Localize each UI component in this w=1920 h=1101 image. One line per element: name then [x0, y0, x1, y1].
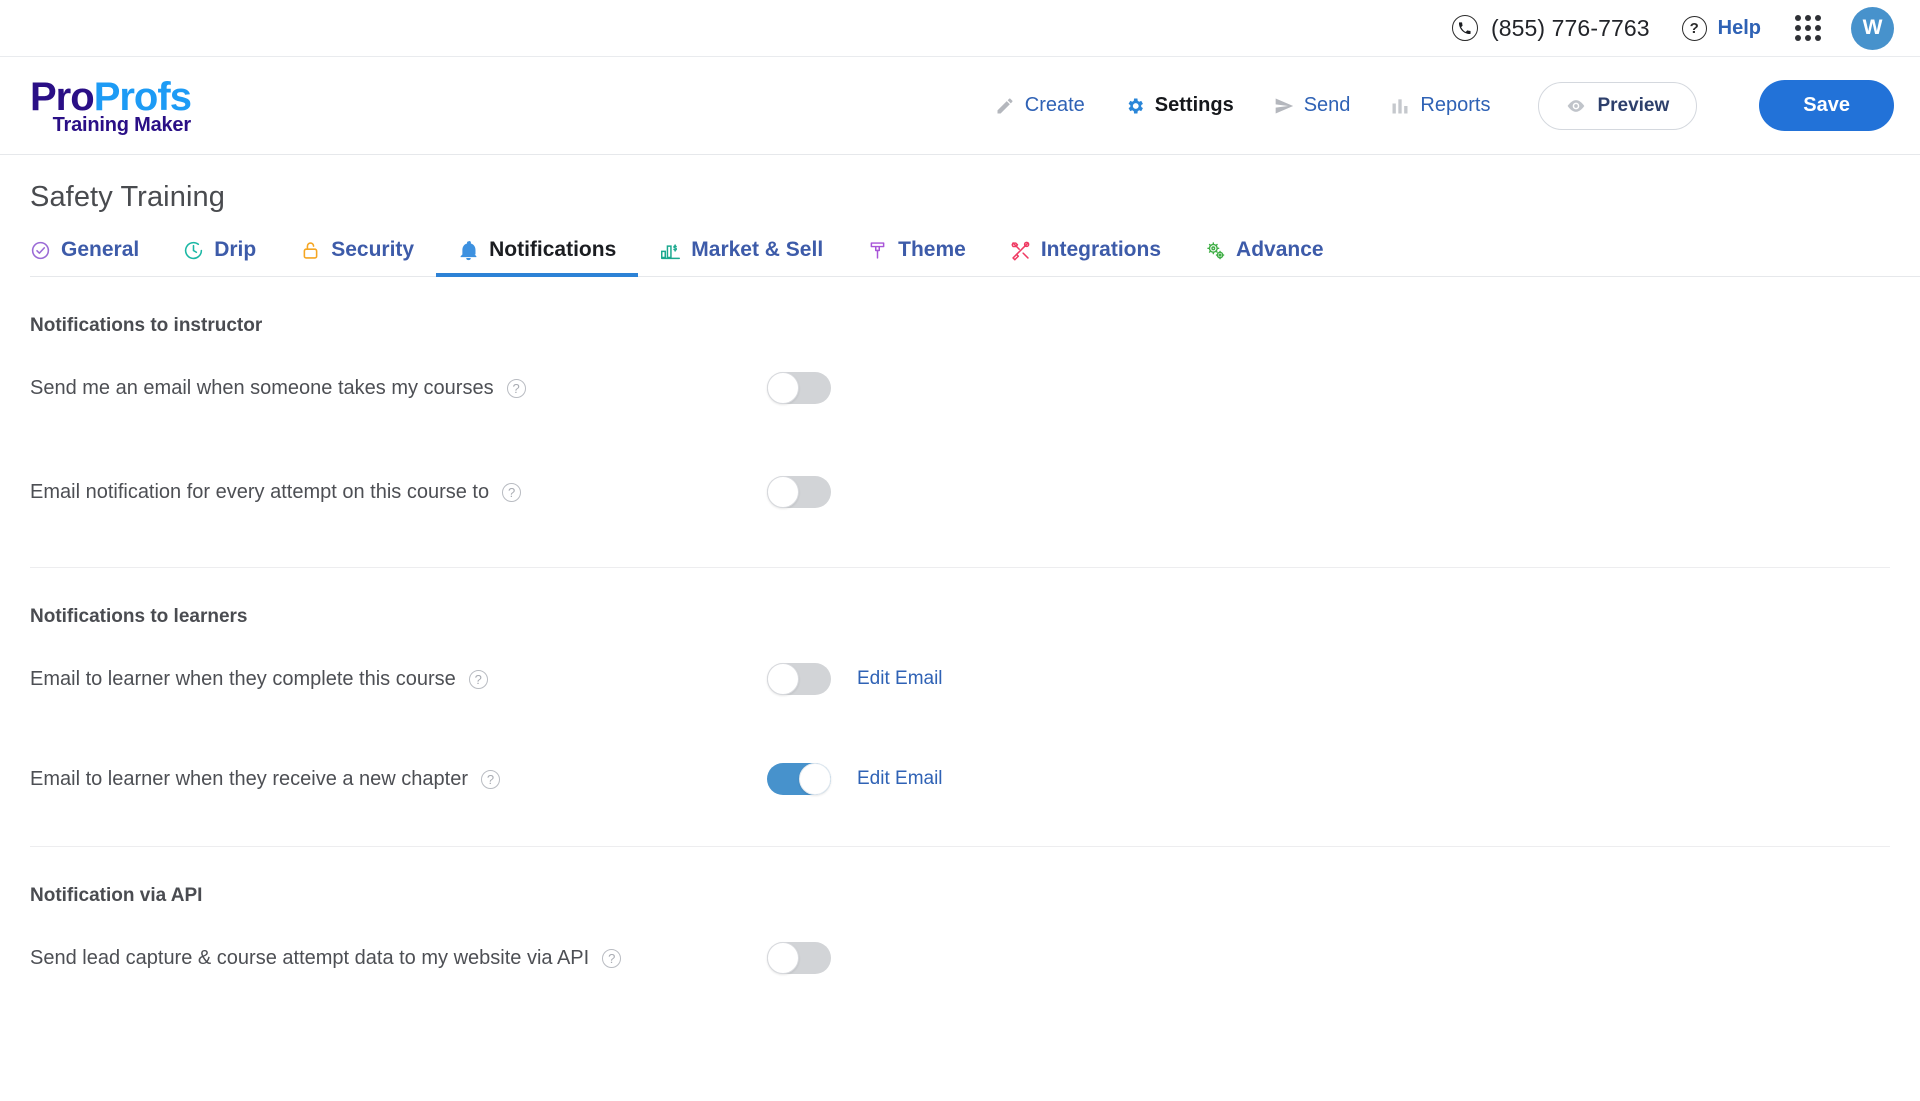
save-button[interactable]: Save: [1759, 80, 1894, 131]
product-logo[interactable]: ProProfs Training Maker: [30, 74, 192, 136]
tab-label-integrations: Integrations: [1040, 238, 1162, 261]
toggle-email-on-course-take[interactable]: [767, 372, 831, 404]
tab-market-sell[interactable]: Market & Sell: [638, 234, 845, 276]
tools-icon: [1010, 240, 1031, 261]
setting-label-text: Email to learner when they complete this…: [30, 667, 456, 690]
section-heading-learners: Notifications to learners: [30, 606, 248, 627]
setting-label-text: Send me an email when someone takes my c…: [30, 376, 494, 399]
tab-security[interactable]: Security: [278, 234, 436, 276]
utility-bar: (855) 776-7763 ? Help W: [0, 0, 1920, 57]
logo-profs-text: Profs: [93, 74, 192, 119]
paint-brush-icon: [867, 240, 888, 261]
nav-item-reports[interactable]: Reports: [1390, 94, 1490, 117]
logo-subtitle: Training Maker: [52, 113, 192, 136]
setting-label: Send lead capture & course attempt data …: [30, 947, 767, 970]
tab-label-notifications: Notifications: [489, 238, 617, 261]
setting-row-email-course-complete: Email to learner when they complete this…: [30, 650, 1890, 708]
support-phone[interactable]: (855) 776-7763: [1451, 14, 1650, 42]
check-circle-icon: [30, 240, 51, 261]
toggle-email-new-chapter[interactable]: [767, 763, 831, 795]
tab-label-advance: Advance: [1236, 238, 1324, 261]
question-icon[interactable]: ?: [481, 769, 501, 789]
toggle-api-lead-capture[interactable]: [767, 942, 831, 974]
toggle-email-course-complete[interactable]: [767, 663, 831, 695]
settings-tabs: General Drip Security Notifications Mark: [30, 234, 1920, 277]
question-icon[interactable]: ?: [506, 378, 526, 398]
preview-label: Preview: [1597, 94, 1670, 116]
tab-label-market-sell: Market & Sell: [691, 238, 824, 261]
lock-icon: [300, 240, 321, 261]
main-navigation: Create Settings Send Reports Preview Sav…: [995, 80, 1894, 131]
nav-label-create: Create: [1024, 94, 1085, 116]
phone-number: (855) 776-7763: [1490, 14, 1650, 41]
tab-integrations[interactable]: Integrations: [988, 234, 1183, 276]
nav-item-create[interactable]: Create: [995, 94, 1085, 117]
preview-button[interactable]: Preview: [1538, 81, 1698, 130]
chart-dollar-icon: [660, 240, 681, 261]
help-button[interactable]: ? Help: [1681, 15, 1761, 41]
setting-label: Email to learner when they receive a new…: [30, 768, 767, 791]
main-header: ProProfs Training Maker Create Settings …: [0, 57, 1920, 155]
nav-item-settings[interactable]: Settings: [1125, 94, 1234, 117]
tab-notifications[interactable]: Notifications: [436, 234, 639, 277]
setting-row-email-new-chapter: Email to learner when they receive a new…: [30, 750, 1890, 808]
setting-row-email-on-course-take: Send me an email when someone takes my c…: [30, 359, 1890, 417]
eye-icon: [1566, 96, 1586, 116]
section-heading-api: Notification via API: [30, 885, 203, 906]
nav-item-send[interactable]: Send: [1274, 94, 1351, 117]
send-icon: [1274, 96, 1294, 116]
question-icon[interactable]: ?: [468, 669, 488, 689]
tab-advance[interactable]: Advance: [1183, 234, 1346, 276]
setting-row-email-every-attempt: Email notification for every attempt on …: [30, 463, 1890, 521]
title-area: Safety Training General Drip Security No…: [0, 155, 1920, 277]
notifications-settings-content: Notifications to instructor Send me an e…: [0, 277, 1920, 987]
help-label: Help: [1717, 16, 1761, 39]
setting-label: Email notification for every attempt on …: [30, 481, 767, 504]
setting-label: Send me an email when someone takes my c…: [30, 377, 767, 400]
section-heading-instructor: Notifications to instructor: [30, 315, 263, 336]
nav-label-reports: Reports: [1420, 94, 1491, 116]
setting-row-api-lead-capture: Send lead capture & course attempt data …: [30, 929, 1890, 987]
gears-icon: [1205, 240, 1226, 261]
question-circle-icon: ?: [1681, 15, 1707, 41]
tab-label-security: Security: [331, 238, 415, 261]
setting-label: Email to learner when they complete this…: [30, 668, 767, 691]
setting-label-text: Email notification for every attempt on …: [30, 480, 490, 503]
page-title: Safety Training: [30, 181, 225, 213]
tab-general[interactable]: General: [30, 234, 161, 276]
bar-chart-icon: [1390, 96, 1410, 116]
apps-grid-icon[interactable]: [1795, 15, 1821, 41]
pencil-icon: [995, 96, 1015, 116]
tab-drip[interactable]: Drip: [161, 234, 278, 276]
avatar-initial: W: [1862, 16, 1883, 39]
question-icon[interactable]: ?: [502, 482, 522, 502]
setting-label-text: Send lead capture & course attempt data …: [30, 946, 590, 969]
edit-email-link-course-complete[interactable]: Edit Email: [857, 668, 943, 690]
tab-label-general: General: [61, 238, 140, 261]
tab-theme[interactable]: Theme: [845, 234, 988, 276]
avatar[interactable]: W: [1851, 6, 1894, 50]
tab-label-drip: Drip: [214, 238, 257, 261]
question-icon[interactable]: ?: [602, 948, 622, 968]
logo-pro-text: Pro: [30, 74, 95, 119]
tab-label-theme: Theme: [898, 238, 966, 261]
gear-icon: [1125, 96, 1145, 116]
edit-email-link-new-chapter[interactable]: Edit Email: [857, 768, 943, 790]
nav-label-settings: Settings: [1154, 94, 1234, 116]
phone-icon: [1451, 15, 1478, 41]
bell-icon: [458, 240, 479, 261]
setting-label-text: Email to learner when they receive a new…: [30, 767, 469, 790]
nav-label-send: Send: [1303, 94, 1351, 116]
clock-icon: [183, 240, 204, 261]
toggle-email-every-attempt[interactable]: [767, 476, 831, 508]
